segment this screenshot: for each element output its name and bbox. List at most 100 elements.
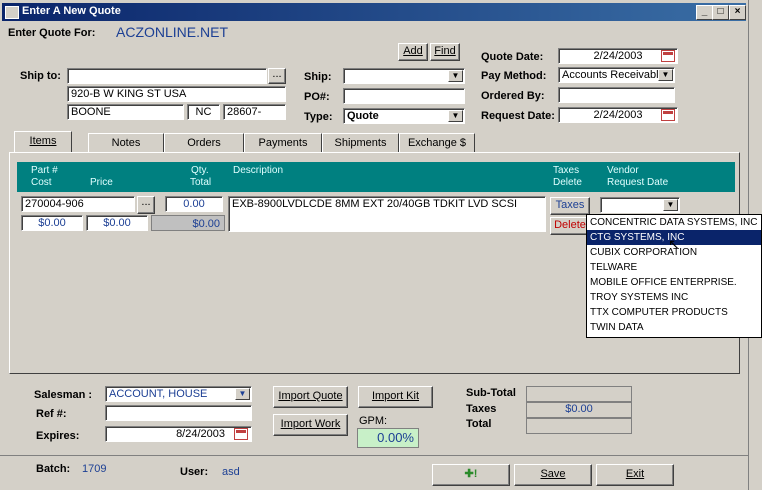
part-browse-button[interactable]: ...	[137, 196, 155, 214]
qty-input[interactable]: 0.00	[165, 196, 223, 212]
vendor-option[interactable]: TELWARE	[587, 260, 761, 275]
col-part: Part #	[31, 165, 58, 176]
ordered-by-input[interactable]	[558, 87, 675, 103]
ship-select[interactable]: ▼	[343, 68, 465, 84]
description-input[interactable]: EXB-8900LVDLCDE 8MM EXT 20/40GB TDKIT LV…	[228, 196, 546, 232]
ship-to-state-input[interactable]: NC	[187, 104, 220, 120]
salesman-label: Salesman :	[34, 389, 93, 401]
chevron-down-icon[interactable]: ▼	[448, 110, 463, 122]
pay-method-label: Pay Method:	[481, 70, 547, 82]
total-label: Total	[466, 418, 492, 430]
taxes-label: Taxes	[466, 403, 497, 415]
salesman-select[interactable]: ACCOUNT, HOUSE ▼	[105, 386, 252, 402]
delete-button[interactable]: Delete	[550, 217, 590, 235]
chevron-down-icon[interactable]: ▼	[448, 70, 463, 82]
col-taxes: Taxes	[553, 165, 580, 176]
ship-to-label: Ship to:	[20, 70, 61, 82]
import-quote-button[interactable]: Import Quote	[273, 386, 348, 408]
col-price: Price	[90, 177, 113, 188]
new-item-button[interactable]: ✚!	[432, 464, 510, 486]
expires-label: Expires:	[36, 430, 80, 442]
vendor-option[interactable]: TROY SYSTEMS INC	[587, 290, 761, 305]
col-description: Description	[233, 165, 284, 176]
ordered-by-label: Ordered By:	[481, 90, 545, 102]
gpm-label: GPM:	[359, 415, 388, 427]
col-cost: Cost	[31, 177, 52, 188]
salesman-value: ACCOUNT, HOUSE	[109, 388, 208, 400]
gpm-value: 0.00%	[357, 428, 419, 448]
user-value: asd	[222, 466, 240, 478]
calendar-icon[interactable]	[661, 50, 675, 62]
window-title: Enter A New Quote	[22, 5, 121, 17]
add-button[interactable]: Add	[398, 43, 428, 61]
ship-to-name-input[interactable]	[67, 68, 267, 84]
taxes-button[interactable]: Taxes	[550, 197, 590, 215]
import-kit-button[interactable]: Import Kit	[358, 386, 433, 408]
title-bar: Enter A New Quote _ □ ×	[2, 3, 746, 21]
col-total: Total	[190, 177, 212, 188]
chevron-down-icon[interactable]: ▼	[663, 199, 678, 211]
ship-to-address-input[interactable]: 920-B W KING ST USA	[67, 86, 286, 102]
pay-method-value: Accounts Receivabl	[562, 69, 659, 81]
ship-to-browse-button[interactable]: ...	[268, 68, 286, 84]
cost-input[interactable]: $0.00	[21, 215, 83, 231]
quote-date-input[interactable]: 2/24/2003	[558, 48, 678, 64]
col-vendor: Vendor	[607, 165, 639, 176]
calendar-icon[interactable]	[661, 109, 675, 121]
batch-label: Batch:	[36, 463, 71, 475]
tab-orders[interactable]: Orders	[164, 133, 244, 153]
part-input[interactable]: 270004-906	[21, 196, 135, 212]
import-work-button[interactable]: Import Work	[273, 414, 348, 436]
vendor-option[interactable]: TWIN DATA	[587, 320, 761, 335]
customer-name: ACZONLINE.NET	[116, 24, 229, 40]
chevron-down-icon[interactable]: ▼	[658, 69, 673, 81]
save-button[interactable]: Save	[514, 464, 592, 486]
col-qty: Qty.	[191, 165, 209, 176]
type-value: Quote	[347, 110, 379, 122]
subtotal-value	[526, 386, 632, 402]
expires-input[interactable]: 8/24/2003	[105, 426, 252, 442]
po-label: PO#:	[304, 91, 330, 103]
type-label: Type:	[304, 111, 333, 123]
quote-for-label: Enter Quote For:	[8, 27, 96, 39]
tab-exchange[interactable]: Exchange $	[399, 133, 475, 153]
tab-items[interactable]: Items	[14, 131, 72, 153]
type-select[interactable]: Quote ▼	[343, 108, 465, 124]
find-button[interactable]: Find	[430, 43, 460, 61]
exit-button[interactable]: Exit	[596, 464, 674, 486]
line-total: $0.00	[151, 215, 225, 231]
close-button[interactable]: ×	[729, 5, 746, 20]
po-input[interactable]	[343, 88, 465, 104]
vendor-dropdown-list[interactable]: CONCENTRIC DATA SYSTEMS, INC CTG SYSTEMS…	[586, 214, 762, 338]
ship-to-city-input[interactable]: BOONE	[67, 104, 184, 120]
ship-label: Ship:	[304, 71, 332, 83]
user-label: User:	[180, 466, 209, 478]
calendar-icon[interactable]	[234, 428, 248, 440]
pay-method-select[interactable]: Accounts Receivabl ▼	[558, 67, 675, 83]
vendor-option[interactable]: CONCENTRIC DATA SYSTEMS, INC	[587, 215, 761, 230]
vendor-option[interactable]: TTX COMPUTER PRODUCTS	[587, 305, 761, 320]
ref-input[interactable]	[105, 405, 252, 421]
price-input[interactable]: $0.00	[86, 215, 148, 231]
tab-payments[interactable]: Payments	[244, 133, 322, 153]
quote-date-label: Quote Date:	[481, 51, 544, 63]
ref-label: Ref #:	[36, 408, 67, 420]
tab-shipments[interactable]: Shipments	[322, 133, 399, 153]
ship-to-zip-input[interactable]: 28607-	[223, 104, 286, 120]
total-value	[526, 418, 632, 434]
vendor-select[interactable]: ▼	[600, 197, 680, 213]
minimize-button[interactable]: _	[696, 5, 713, 20]
request-date-input[interactable]: 2/24/2003	[558, 107, 678, 123]
col-request-date: Request Date	[607, 177, 669, 188]
mouse-cursor-icon: ↖	[668, 236, 680, 252]
taxes-value: $0.00	[526, 402, 632, 418]
tab-notes[interactable]: Notes	[88, 133, 164, 153]
chevron-down-icon[interactable]: ▼	[235, 388, 250, 400]
status-separator	[0, 455, 748, 456]
subtotal-label: Sub-Total	[466, 387, 516, 399]
vendor-option[interactable]: MOBILE OFFICE ENTERPRISE.	[587, 275, 761, 290]
batch-value: 1709	[82, 463, 107, 475]
col-delete: Delete	[553, 177, 582, 188]
maximize-button[interactable]: □	[712, 5, 729, 20]
form-icon	[5, 6, 19, 19]
